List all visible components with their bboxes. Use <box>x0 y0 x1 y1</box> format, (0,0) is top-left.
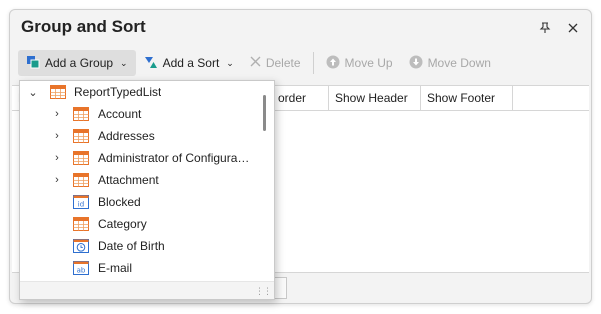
tree-item-label: E-mail <box>98 261 133 275</box>
move-down-button[interactable]: Move Down <box>401 50 499 76</box>
move-down-label: Move Down <box>427 56 491 70</box>
table-icon <box>50 85 66 99</box>
tree-item-addresses[interactable]: › Addresses <box>20 125 254 147</box>
tree-root-label: ReportTypedList <box>74 85 162 99</box>
svg-text:ab: ab <box>77 267 86 275</box>
add-sort-label: Add a Sort <box>162 56 220 70</box>
tree-item-email[interactable]: ab E-mail <box>20 257 254 279</box>
resize-grip-icon[interactable]: ⋮⋮ <box>255 286 272 297</box>
toolbar: Add a Group ⌄ Add a Sort ⌄ Delete Move U… <box>18 49 583 77</box>
svg-text:id: id <box>78 201 84 209</box>
add-sort-icon <box>144 55 158 72</box>
delete-button[interactable]: Delete <box>242 50 309 76</box>
add-sort-button[interactable]: Add a Sort ⌄ <box>136 50 242 76</box>
delete-label: Delete <box>265 56 301 70</box>
tree-item-label: Attachment <box>98 173 159 187</box>
dropdown-footer: ⋮⋮ <box>20 281 274 299</box>
text-field-icon: ab <box>73 261 89 275</box>
vertical-scrollbar[interactable] <box>263 95 266 131</box>
tree-item-label: Addresses <box>98 129 155 143</box>
tree-item-administrator[interactable]: › Administrator of Configuratio... <box>20 147 254 169</box>
field-tree: ⌄ ReportTypedList › Account › Addresses … <box>20 81 254 281</box>
tree-item-blocked[interactable]: id Blocked <box>20 191 254 213</box>
column-header-show-footer[interactable]: Show Footer <box>421 86 513 110</box>
table-icon <box>73 217 89 231</box>
add-group-dropdown: ⌄ ReportTypedList › Account › Addresses … <box>19 80 275 300</box>
table-icon <box>73 129 89 143</box>
toolbar-separator <box>312 52 314 74</box>
tree-item-category[interactable]: Category <box>20 213 254 235</box>
move-up-label: Move Up <box>344 56 393 70</box>
tree-item-label: Blocked <box>98 195 141 209</box>
column-header-show-header[interactable]: Show Header <box>329 86 421 110</box>
chevron-down-icon: ⌄ <box>120 57 128 68</box>
add-group-icon <box>26 55 40 72</box>
clock-field-icon <box>73 239 89 253</box>
delete-icon <box>250 56 261 70</box>
tree-item-label: Date of Birth <box>98 239 165 253</box>
arrow-up-circle-icon <box>326 55 340 72</box>
pin-icon[interactable] <box>536 19 554 37</box>
tree-item-label: Account <box>98 107 142 121</box>
tree-item-date-of-birth[interactable]: Date of Birth <box>20 235 254 257</box>
chevron-down-icon[interactable]: ⌄ <box>27 86 39 99</box>
chevron-right-icon[interactable]: › <box>51 108 63 120</box>
panel-title: Group and Sort <box>21 17 146 36</box>
id-field-icon: id <box>73 195 89 209</box>
move-up-button[interactable]: Move Up <box>318 50 401 76</box>
add-group-button[interactable]: Add a Group ⌄ <box>18 50 136 76</box>
table-icon <box>73 107 89 121</box>
add-group-label: Add a Group <box>45 56 114 70</box>
chevron-right-icon[interactable]: › <box>51 130 63 142</box>
table-icon <box>73 151 89 165</box>
close-icon[interactable] <box>564 19 582 37</box>
tree-item-attachment[interactable]: › Attachment <box>20 169 254 191</box>
arrow-down-circle-icon <box>409 55 423 72</box>
tree-item-label: Administrator of Configuratio... <box>98 151 250 165</box>
chevron-right-icon[interactable]: › <box>51 174 63 186</box>
tree-root-row[interactable]: ⌄ ReportTypedList <box>20 81 254 103</box>
chevron-right-icon[interactable]: › <box>51 152 63 164</box>
tree-item-label: Category <box>98 217 147 231</box>
tree-item-account[interactable]: › Account <box>20 103 254 125</box>
table-icon <box>73 173 89 187</box>
chevron-down-icon: ⌄ <box>226 57 234 68</box>
